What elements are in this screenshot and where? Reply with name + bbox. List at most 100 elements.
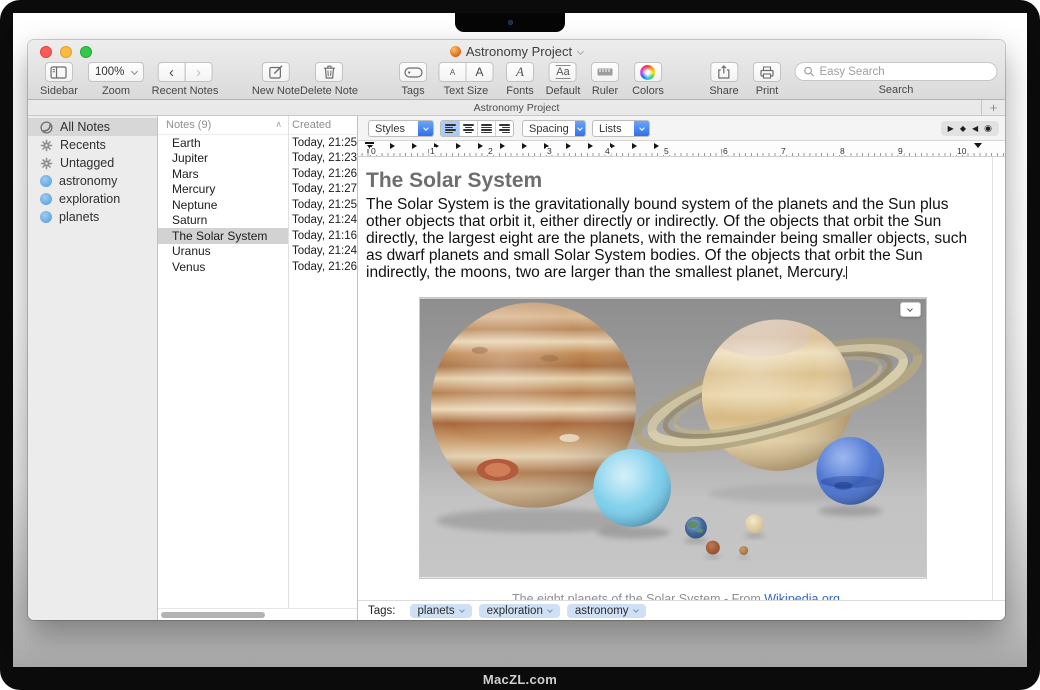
note-row-the-solar-system[interactable]: The Solar SystemToday, 21:16 — [158, 228, 357, 244]
note-row-earth[interactable]: EarthToday, 21:25 — [158, 135, 357, 151]
ruler-bar: 0 1 2 3 4 5 6 7 8 9 10 — [358, 141, 1005, 157]
toolbar-sidebar: Sidebar — [40, 62, 78, 97]
note-row-uranus[interactable]: UranusToday, 21:24 — [158, 244, 357, 260]
spacing-dropdown[interactable]: Spacing — [522, 120, 586, 137]
toolbar-fonts: A Fonts — [506, 62, 534, 97]
sidebar-item-planets[interactable]: planets — [28, 208, 157, 226]
earth-shadow — [683, 538, 707, 543]
decimal-tab-icon[interactable]: ◉ — [984, 123, 992, 134]
sidebar-item-label: astronomy — [59, 174, 117, 188]
align-left-icon — [445, 124, 456, 133]
left-tab-icon[interactable]: ◀ — [972, 124, 978, 133]
toolbar-new-note: New Note — [252, 62, 300, 97]
note-row-venus[interactable]: VenusToday, 21:26 — [158, 259, 357, 275]
sidebar-item-recents[interactable]: Recents — [28, 136, 157, 154]
fonts-button[interactable]: A — [506, 62, 534, 82]
ruler-number: 9 — [897, 147, 904, 156]
share-label: Share — [709, 85, 738, 97]
colors-button[interactable] — [634, 62, 662, 82]
styles-dropdown[interactable]: Styles — [368, 120, 434, 137]
vertical-scrollbar-track[interactable] — [992, 157, 1005, 600]
notes-list-header[interactable]: Notes (9)∧ Created — [158, 116, 357, 135]
mercury-shadow — [738, 556, 748, 559]
chevron-down-icon — [459, 607, 465, 613]
earth — [684, 517, 706, 539]
right-tab-icon[interactable]: ▶ — [948, 124, 954, 133]
share-icon — [717, 65, 730, 79]
attachment-menu-button[interactable] — [900, 302, 921, 317]
ruler-number: 0 — [370, 147, 377, 156]
chevron-down-icon — [907, 306, 913, 312]
note-row-mars[interactable]: MarsToday, 21:26 — [158, 166, 357, 182]
align-right-icon — [499, 124, 510, 133]
align-left-button[interactable] — [441, 121, 459, 136]
gear-icon — [40, 139, 53, 152]
note-row-saturn[interactable]: SaturnToday, 21:24 — [158, 213, 357, 229]
center-tab-icon[interactable]: ◆ — [960, 124, 966, 133]
tab-astronomy-project[interactable]: Astronomy Project — [28, 100, 1005, 116]
sidebar-item-untagged[interactable]: Untagged — [28, 154, 157, 172]
horizontal-scrollbar[interactable] — [158, 608, 357, 620]
planets-image[interactable] — [419, 297, 927, 579]
print-button[interactable] — [753, 62, 781, 82]
text-smaller-button[interactable]: A — [439, 62, 467, 82]
search-input[interactable]: Easy Search — [795, 62, 998, 81]
sidebar-item-exploration[interactable]: exploration — [28, 190, 157, 208]
tags-label: Tags — [399, 85, 427, 97]
sidebar-item-all-notes[interactable]: All Notes — [28, 118, 157, 136]
created-header[interactable]: Created — [288, 119, 357, 131]
align-center-icon — [463, 124, 474, 133]
sidebar-item-label: planets — [59, 210, 99, 224]
sidebar-item-label: exploration — [59, 192, 120, 206]
ruler-button[interactable] — [591, 62, 619, 82]
delete-note-button[interactable] — [315, 62, 343, 82]
uranus-shadow — [596, 527, 670, 539]
forward-button[interactable]: › — [185, 62, 213, 82]
gear-icon — [40, 157, 53, 170]
tags-bar: Tags: planets exploration astronomy — [358, 600, 1005, 620]
toolbar-ruler: Ruler — [591, 62, 619, 97]
back-button[interactable]: ‹ — [158, 62, 186, 82]
zoom-label: Zoom — [88, 85, 144, 97]
sidebar-toggle-button[interactable] — [45, 62, 73, 82]
chevron-down-icon — [634, 121, 649, 136]
tags-button[interactable] — [399, 62, 427, 82]
sidebar-label: Sidebar — [40, 85, 78, 97]
note-row-neptune[interactable]: NeptuneToday, 21:25 — [158, 197, 357, 213]
default-style-button[interactable]: Aa — [549, 62, 577, 82]
note-row-jupiter[interactable]: JupiterToday, 21:23 — [158, 151, 357, 167]
tag-pill-exploration[interactable]: exploration — [479, 604, 560, 618]
toolbar-search: Easy Search Search — [795, 62, 998, 96]
image-caption: The eight planets of the Solar System - … — [366, 592, 986, 600]
align-center-button[interactable] — [459, 121, 477, 136]
sidebar-item-astronomy[interactable]: astronomy — [28, 172, 157, 190]
wikipedia-link[interactable]: Wikipedia.org — [764, 592, 840, 600]
default-label: Default — [546, 85, 581, 97]
tags-bar-label: Tags: — [368, 605, 396, 617]
new-note-button[interactable] — [262, 62, 290, 82]
new-note-label: New Note — [252, 85, 300, 97]
lists-dropdown[interactable]: Lists — [592, 120, 650, 137]
note-content[interactable]: The Solar System The Solar System is the… — [358, 157, 1005, 600]
tag-pill-astronomy[interactable]: astronomy — [567, 604, 646, 618]
tag-pill-planets[interactable]: planets — [410, 604, 472, 618]
align-right-button[interactable] — [495, 121, 513, 136]
chevron-down-icon[interactable] — [577, 48, 584, 55]
tag-circle-icon — [40, 175, 52, 187]
tab-bar: Astronomy Project + — [28, 100, 1005, 116]
window-title-text: Astronomy Project — [466, 44, 572, 59]
toolbar-default: Aa Default — [546, 62, 581, 97]
neptune-shadow — [818, 505, 882, 516]
sidebar-item-label: All Notes — [60, 120, 110, 134]
sidebar-item-label: Untagged — [60, 156, 114, 170]
zoom-dropdown[interactable]: 100% — [88, 62, 144, 82]
share-button[interactable] — [710, 62, 738, 82]
new-tab-button[interactable]: + — [981, 100, 1005, 116]
scrollbar-thumb[interactable] — [161, 612, 265, 618]
tag-icon — [404, 67, 423, 78]
note-row-mercury[interactable]: MercuryToday, 21:27 — [158, 182, 357, 198]
window-title: Astronomy Project — [28, 44, 1005, 59]
tab-stop-wells[interactable]: ▶ ◆ ◀ ◉ — [941, 121, 999, 136]
justify-button[interactable] — [477, 121, 495, 136]
text-larger-button[interactable]: A — [466, 62, 494, 82]
